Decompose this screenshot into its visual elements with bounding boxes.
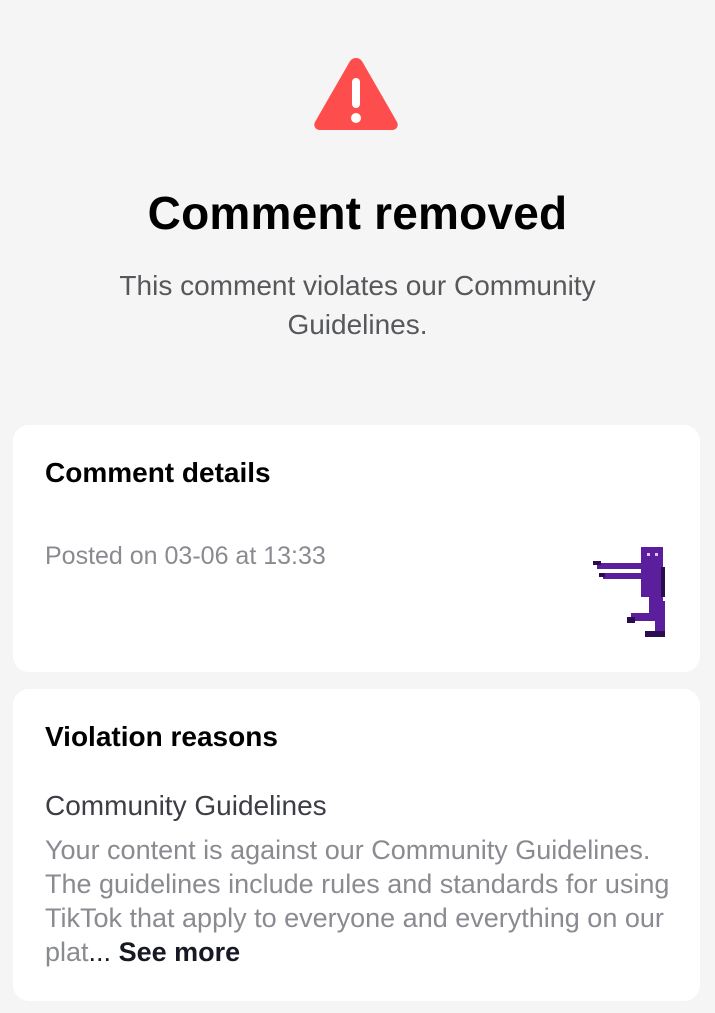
comment-details-card[interactable]: Comment details Posted on 03-06 at 13:33 [13, 425, 700, 672]
truncation-ellipsis: ... [88, 937, 112, 967]
page-title: Comment removed [147, 187, 568, 239]
violation-reasons-title: Violation reasons [45, 721, 278, 752]
reason-title: Community Guidelines [45, 790, 327, 821]
comment-details-title: Comment details [45, 457, 271, 488]
violation-reasons-card: Violation reasons Community Guidelines Y… [13, 689, 700, 1001]
see-more-link[interactable]: See more [119, 937, 241, 967]
purple-pixel-character-sticker [593, 547, 665, 637]
page-subtitle: This comment violates our Community Guid… [119, 270, 596, 340]
posted-timestamp: Posted on 03-06 at 13:33 [45, 542, 326, 570]
warning-triangle-icon [314, 58, 398, 130]
reason-description: Your content is against our Community Gu… [45, 833, 675, 969]
